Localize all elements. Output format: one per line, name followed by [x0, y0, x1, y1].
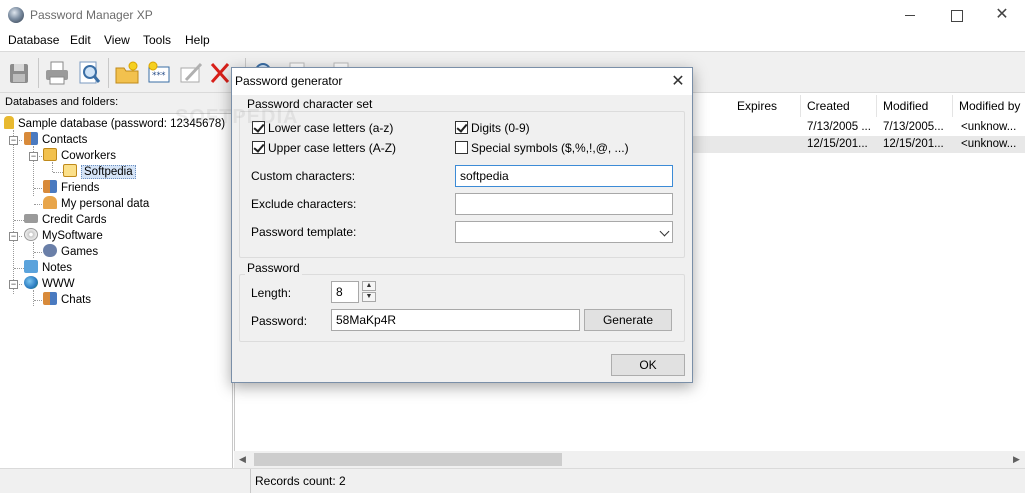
open-folder-icon[interactable]: [112, 58, 142, 88]
password-generator-dialog: Password generator ✕ Password character …: [231, 67, 693, 383]
collapse-coworkers-toggle[interactable]: −: [29, 152, 38, 161]
checkbox-checked-icon: [455, 121, 468, 134]
tree-item-softpedia[interactable]: Softpedia: [63, 164, 136, 180]
column-header-expires[interactable]: Expires: [731, 95, 801, 117]
length-decrease-button[interactable]: ▼: [362, 292, 376, 302]
password-group-title: Password: [245, 261, 302, 275]
minimize-button[interactable]: [887, 0, 933, 30]
menu-database[interactable]: Database: [8, 33, 59, 47]
scrollbar-thumb[interactable]: [254, 453, 562, 466]
people-icon: [43, 180, 57, 193]
length-input[interactable]: 8: [331, 281, 359, 303]
generate-button[interactable]: Generate: [584, 309, 672, 331]
joystick-icon: [43, 244, 57, 257]
chevron-down-icon: [659, 226, 670, 237]
maximize-button[interactable]: [933, 0, 979, 30]
length-label: Length:: [251, 286, 292, 300]
tree-item-personal-data[interactable]: My personal data: [43, 196, 149, 212]
collapse-mysoftware-toggle[interactable]: −: [9, 232, 18, 241]
folder-open-icon: [63, 164, 77, 177]
password-template-select[interactable]: [455, 221, 673, 243]
folder-icon: [43, 148, 57, 161]
tree-item-credit-cards[interactable]: Credit Cards: [24, 212, 107, 228]
exclude-characters-label: Exclude characters:: [251, 197, 357, 211]
edit-icon[interactable]: [176, 58, 206, 88]
print-icon[interactable]: [42, 58, 72, 88]
preview-icon[interactable]: [74, 58, 104, 88]
tree-item-notes[interactable]: Notes: [24, 260, 72, 276]
password-label: Password:: [251, 314, 308, 328]
table-cell[interactable]: 7/13/2005 ...: [807, 119, 875, 135]
exclude-characters-input[interactable]: [455, 193, 673, 215]
dialog-title: Password generator: [235, 74, 343, 88]
password-output-field[interactable]: 58MaKp4R: [331, 309, 580, 331]
charset-group-title: Password character set: [245, 97, 375, 111]
checkbox-checked-icon: [252, 141, 265, 154]
lock-icon: [4, 116, 14, 129]
menu-view[interactable]: View: [104, 33, 130, 47]
save-icon[interactable]: [4, 58, 34, 88]
people-icon: [43, 292, 57, 305]
custom-characters-input[interactable]: softpedia: [455, 165, 673, 187]
window-title: Password Manager XP: [30, 8, 153, 22]
folders-panel: Databases and folders: − − − − Sample da…: [0, 93, 233, 468]
table-cell[interactable]: 12/15/201...: [883, 136, 951, 152]
svg-text:***: ***: [152, 71, 166, 81]
card-icon: [24, 214, 38, 223]
special-symbols-checkbox[interactable]: Special symbols ($,%,!,@, ...): [455, 141, 629, 155]
globe-icon: [24, 276, 38, 289]
horizontal-scrollbar[interactable]: ◀ ▶: [234, 451, 1025, 468]
dialog-title-bar: Password generator ✕: [232, 68, 692, 95]
tree-item-games[interactable]: Games: [43, 244, 98, 260]
menu-tools[interactable]: Tools: [143, 33, 171, 47]
tree-item-friends[interactable]: Friends: [43, 180, 99, 196]
table-cell[interactable]: <unknow...: [961, 136, 1025, 152]
person-icon: [43, 196, 57, 209]
new-password-icon[interactable]: ***: [144, 58, 174, 88]
cd-icon: [24, 228, 38, 241]
collapse-www-toggle[interactable]: −: [9, 280, 18, 289]
menu-edit[interactable]: Edit: [70, 33, 91, 47]
tree-item-mysoftware[interactable]: MySoftware: [24, 228, 103, 244]
table-cell[interactable]: <unknow...: [961, 119, 1025, 135]
column-header-modified[interactable]: Modified: [877, 95, 953, 117]
password-template-label: Password template:: [251, 225, 357, 239]
tree-item-coworkers[interactable]: Coworkers: [43, 148, 116, 164]
lowercase-checkbox[interactable]: Lower case letters (a-z): [252, 121, 393, 135]
scroll-right-icon[interactable]: ▶: [1008, 451, 1025, 468]
scroll-left-icon[interactable]: ◀: [234, 451, 251, 468]
digits-checkbox[interactable]: Digits (0-9): [455, 121, 530, 135]
dialog-close-button[interactable]: ✕: [664, 68, 692, 95]
checkbox-unchecked-icon: [455, 141, 468, 154]
tree-item-chats[interactable]: Chats: [43, 292, 91, 308]
ok-button[interactable]: OK: [611, 354, 685, 376]
tree-item-sample-database[interactable]: Sample database (password: 12345678): [4, 116, 225, 132]
table-cell[interactable]: 7/13/2005...: [883, 119, 951, 135]
records-count: Records count: 2: [250, 469, 346, 493]
tree-item-contacts[interactable]: Contacts: [24, 132, 87, 148]
custom-characters-label: Custom characters:: [251, 169, 356, 183]
table-cell[interactable]: 12/15/201...: [807, 136, 875, 152]
uppercase-checkbox[interactable]: Upper case letters (A-Z): [252, 141, 396, 155]
status-bar: Records count: 2: [0, 468, 1025, 493]
app-logo-icon: [8, 7, 24, 23]
people-icon: [24, 132, 38, 145]
column-header-modified-by[interactable]: Modified by: [953, 95, 1025, 117]
checkbox-checked-icon: [252, 121, 265, 134]
tree-item-www[interactable]: WWW: [24, 276, 75, 292]
collapse-contacts-toggle[interactable]: −: [9, 136, 18, 145]
folder-tree: − − − − Sample database (password: 12345…: [0, 113, 232, 468]
title-bar: Password Manager XP ✕: [0, 0, 1025, 30]
length-increase-button[interactable]: ▲: [362, 281, 376, 291]
menu-bar: Database Edit View Tools Help: [0, 30, 1025, 51]
folders-panel-header: Databases and folders:: [0, 93, 233, 113]
close-window-button[interactable]: ✕: [979, 0, 1025, 30]
column-header-created[interactable]: Created: [801, 95, 877, 117]
menu-help[interactable]: Help: [185, 33, 210, 47]
password-group: [239, 274, 685, 342]
notes-icon: [24, 260, 38, 273]
